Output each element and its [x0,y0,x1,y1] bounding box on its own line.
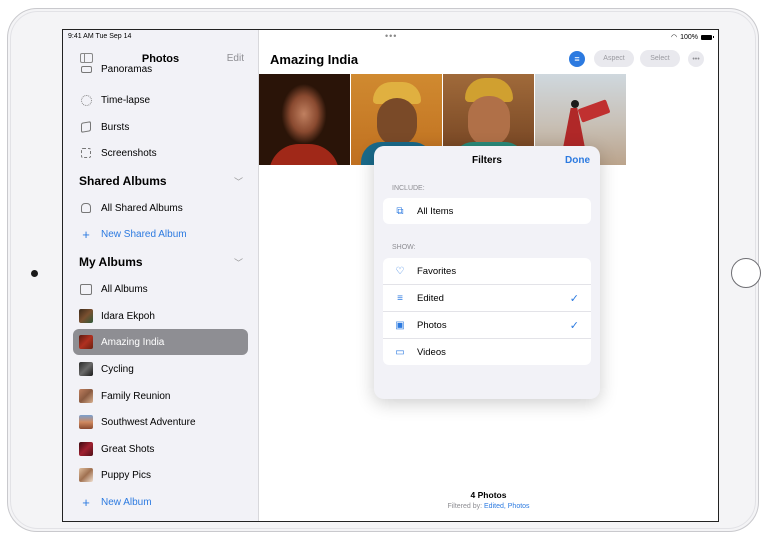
sidebar-item-label: Screenshots [101,147,157,159]
sidebar-item-all-albums[interactable]: All Albums [73,276,248,302]
filter-option-all-items[interactable]: ⧉ All Items [383,198,591,224]
sidebar-item-label: Bursts [101,121,130,133]
include-group: ⧉ All Items [383,198,591,224]
sidebar-item-family-reunion[interactable]: Family Reunion [73,383,248,409]
sidebar-item-puppy-pics[interactable]: Puppy Pics [73,462,248,488]
screen: 9:41 AM Tue Sep 14 ••• ◠ 100% Photos Edi… [62,29,719,522]
front-camera [31,270,38,277]
main-content: Amazing India ≡ Aspect Select ••• Filter… [259,30,718,521]
sidebar-item-panoramas[interactable]: Panoramas [73,62,248,76]
sidebar-item-label: All Albums [101,283,148,295]
show-label: SHOW: [392,244,416,251]
album-thumbnail [79,389,93,403]
battery-percent: 100% [680,33,698,41]
photo-icon: ▣ [395,319,405,331]
sidebar-item-label: Idara Ekpoh [101,310,155,322]
filter-summary: Filtered by: Edited, Photos [259,503,718,510]
bursts-icon [79,120,93,134]
sidebar-item-label: Panoramas [101,63,153,75]
sidebar-item-great-shots[interactable]: Great Shots [73,436,248,462]
album-thumbnail [79,468,93,482]
checkmark-icon: ✓ [569,319,579,332]
timelapse-icon [79,93,93,107]
filter-option-videos[interactable]: ▭ Videos [383,339,591,365]
option-label: Photos [417,319,447,331]
album-thumbnail [79,309,93,323]
filter-summary-values[interactable]: Edited, Photos [484,503,530,510]
page-title: Amazing India [270,52,359,67]
sliders-icon: ≡ [397,292,403,304]
filters-popover: Filters Done INCLUDE: ⧉ All Items SHOW: … [374,146,600,399]
sidebar-item-label: New Shared Album [101,228,187,240]
sidebar-item-label: New Album [101,496,152,508]
shared-album-icon [79,201,93,215]
filter-option-edited[interactable]: ≡ Edited ✓ [383,285,591,312]
option-label: All Items [417,205,454,217]
chevron-down-icon[interactable]: ﹀ [234,175,243,188]
library-footer: 4 Photos Filtered by: Edited, Photos [259,490,718,510]
sidebar-item-label: Time-lapse [101,94,151,106]
sidebar-item-cycling[interactable]: Cycling [73,356,248,382]
sidebar-item-label: Family Reunion [101,390,171,402]
album-thumbnail [79,442,93,456]
album-thumbnail [79,415,93,429]
sidebar: Photos Edit Panoramas Time-lapse Bursts … [63,30,259,521]
option-label: Videos [417,346,446,358]
filter-icon: ≡ [574,54,580,64]
shared-albums-heading[interactable]: Shared Albums ﹀ [79,174,249,188]
sidebar-item-bursts[interactable]: Bursts [73,114,248,140]
my-albums-heading[interactable]: My Albums ﹀ [79,255,249,269]
sidebar-item-label: Cycling [101,363,134,375]
sidebar-item-label: Southwest Adventure [101,416,196,428]
option-label: Favorites [417,265,457,277]
photo-thumbnail[interactable] [259,74,350,165]
sidebar-item-screenshots[interactable]: Screenshots [73,140,248,166]
filter-summary-prefix: Filtered by: [447,503,485,510]
chevron-down-icon[interactable]: ﹀ [234,256,243,269]
wifi-icon: ◠ [670,34,678,41]
album-thumbnail [79,362,93,376]
photo-count: 4 Photos [470,490,507,500]
plus-icon: + [82,226,90,242]
sidebar-item-new-album[interactable]: + New Album [73,489,248,515]
show-group: ♡ Favorites ≡ Edited ✓ ▣ Photos ✓ ▭ Vide… [383,258,591,365]
sidebar-item-label: Puppy Pics [101,469,152,481]
multitasking-dots[interactable]: ••• [385,31,397,41]
sidebar-item-all-shared-albums[interactable]: All Shared Albums [73,195,248,221]
photo-stack-icon: ⧉ [396,205,404,217]
home-button[interactable] [731,258,761,288]
status-time: 9:41 AM Tue Sep 14 [68,33,132,40]
battery-status: ◠ 100% [670,33,714,41]
heart-icon: ♡ [395,265,405,277]
more-button[interactable]: ••• [688,51,704,67]
section-title: My Albums [79,255,143,269]
section-title: Shared Albums [79,174,167,188]
sidebar-item-label: All Shared Albums [101,202,183,214]
sidebar-item-label: Great Shots [101,443,155,455]
status-bar: 9:41 AM Tue Sep 14 ••• ◠ 100% [63,30,718,46]
include-label: INCLUDE: [392,185,425,192]
option-label: Edited [417,292,444,304]
filter-option-photos[interactable]: ▣ Photos ✓ [383,312,591,339]
sidebar-item-time-lapse[interactable]: Time-lapse [73,87,248,113]
filter-button[interactable]: ≡ [569,51,585,67]
plus-icon: + [82,494,90,510]
battery-icon [701,34,714,40]
aspect-button[interactable]: Aspect [594,50,634,67]
album-thumbnail [79,335,93,349]
sidebar-item-southwest-adventure[interactable]: Southwest Adventure [73,409,248,435]
select-button[interactable]: Select [640,50,680,67]
sidebar-item-label: Amazing India [101,336,165,348]
panorama-icon [79,62,93,76]
video-camera-icon: ▭ [395,346,405,358]
checkmark-icon: ✓ [569,292,579,305]
sidebar-item-idara-ekpoh[interactable]: Idara Ekpoh [73,303,248,329]
sidebar-item-new-shared-album[interactable]: + New Shared Album [73,221,248,247]
done-button[interactable]: Done [565,155,590,166]
screenshot-icon [79,146,93,160]
sidebar-item-amazing-india[interactable]: Amazing India [73,329,248,355]
album-stack-icon [79,282,93,296]
filter-option-favorites[interactable]: ♡ Favorites [383,258,591,285]
